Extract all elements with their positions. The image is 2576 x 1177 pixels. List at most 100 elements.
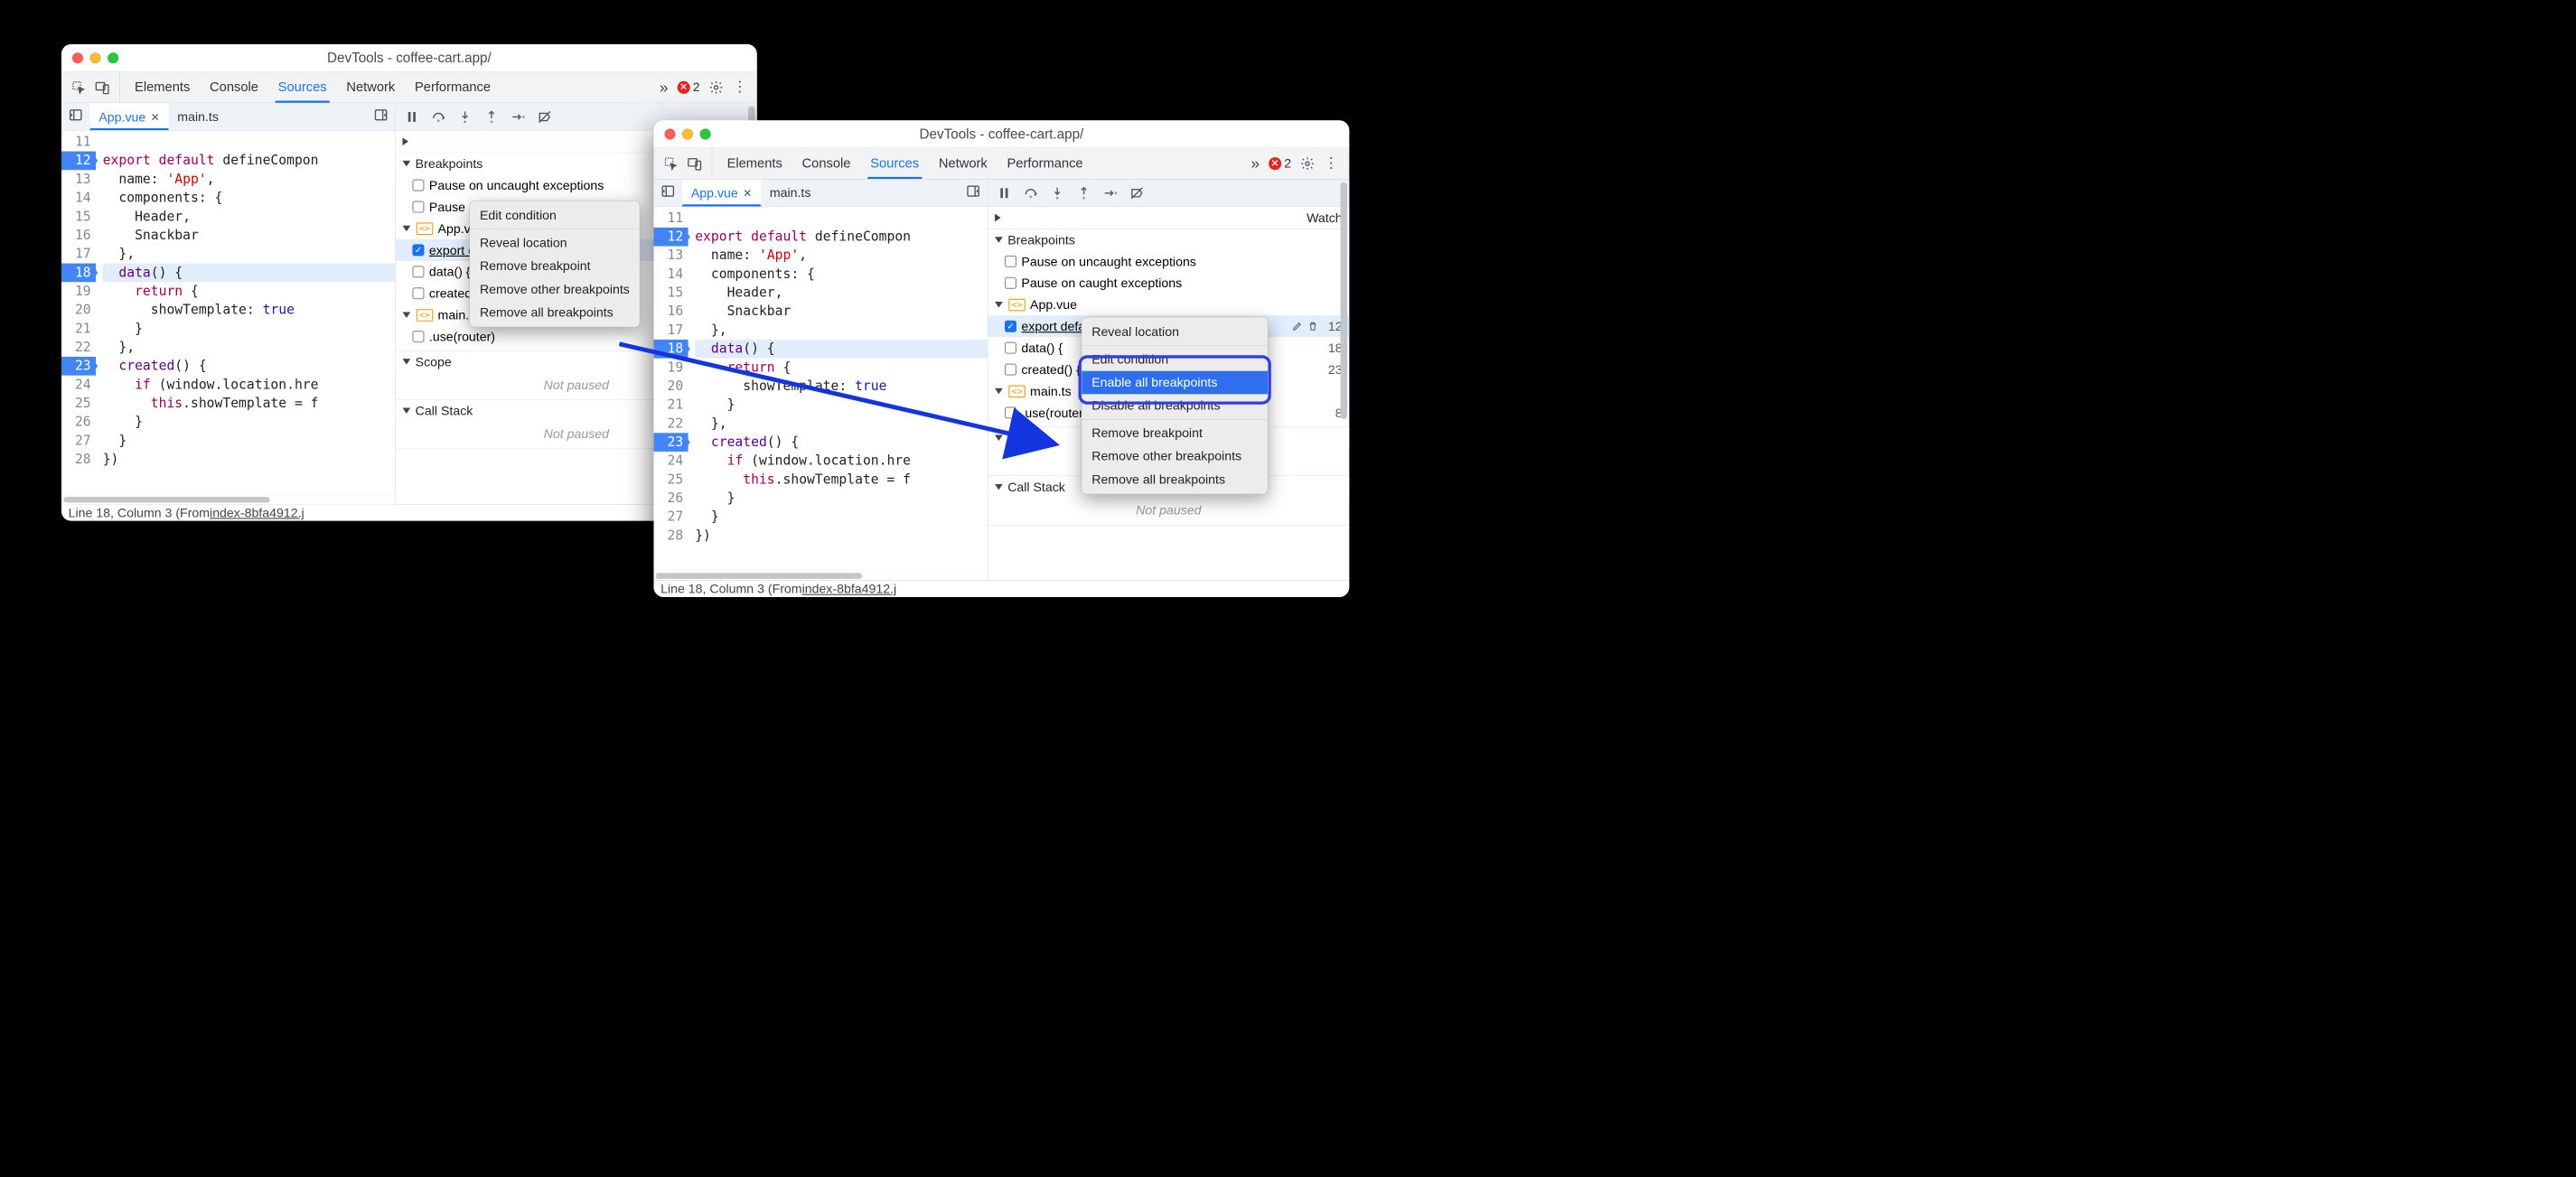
h-scrollbar[interactable] bbox=[654, 571, 988, 581]
checkbox-icon[interactable] bbox=[412, 180, 424, 191]
tab-network[interactable]: Network bbox=[346, 71, 395, 102]
window-title: DevTools - coffee-cart.app/ bbox=[327, 50, 492, 65]
pause-uncaught-row[interactable]: Pause on uncaught exceptions bbox=[988, 250, 1349, 272]
edit-icon[interactable] bbox=[1292, 321, 1303, 332]
checkbox-icon[interactable] bbox=[1005, 256, 1016, 267]
menu-item-reveal-location[interactable]: Reveal location bbox=[1082, 321, 1268, 344]
step-icon[interactable] bbox=[511, 109, 525, 124]
checkbox-icon[interactable]: ✓ bbox=[412, 244, 424, 256]
menu-item-remove-other-breakpoints[interactable]: Remove other breakpoints bbox=[470, 277, 640, 301]
debugger-toggle-icon[interactable] bbox=[367, 107, 396, 126]
error-count: 2 bbox=[1284, 155, 1291, 171]
titlebar: DevTools - coffee-cart.app/ bbox=[61, 44, 757, 71]
tab-sources[interactable]: Sources bbox=[278, 71, 327, 102]
inspect-icon[interactable] bbox=[71, 79, 86, 94]
menu-item-remove-other-breakpoints[interactable]: Remove other breakpoints bbox=[1082, 444, 1268, 468]
annotation-arrow bbox=[604, 334, 1066, 462]
step-into-icon[interactable] bbox=[1050, 185, 1064, 200]
file-tab-app-vue[interactable]: App.vue ✕ bbox=[90, 103, 169, 130]
gear-icon[interactable] bbox=[708, 79, 723, 94]
tab-performance[interactable]: Performance bbox=[415, 71, 491, 102]
error-count: 2 bbox=[693, 79, 700, 95]
file-tab-main-ts[interactable]: main.ts bbox=[761, 180, 820, 207]
panel-tabs: Elements Console Sources Network Perform… bbox=[712, 148, 1251, 179]
panel-tabs: Elements Console Sources Network Perform… bbox=[120, 71, 660, 102]
pause-icon[interactable] bbox=[405, 109, 419, 124]
error-icon: ✕ bbox=[1269, 157, 1281, 170]
pause-icon[interactable] bbox=[997, 185, 1011, 200]
source-link[interactable]: index-8bfa4912.j bbox=[210, 505, 304, 520]
checkbox-icon[interactable] bbox=[412, 201, 424, 212]
close-icon[interactable]: ✕ bbox=[151, 111, 160, 124]
checkbox-icon[interactable]: ✓ bbox=[1005, 321, 1016, 332]
step-into-icon[interactable] bbox=[457, 109, 472, 124]
breakpoints-header[interactable]: Breakpoints bbox=[988, 229, 1349, 251]
close-window-icon[interactable] bbox=[664, 128, 675, 139]
menu-item-reveal-location[interactable]: Reveal location bbox=[470, 231, 640, 255]
error-badge[interactable]: ✕ 2 bbox=[1269, 155, 1291, 171]
menu-item-enable-all-breakpoints[interactable]: Enable all breakpoints bbox=[1082, 371, 1268, 395]
device-toolbar-icon[interactable] bbox=[688, 156, 702, 171]
status-bar: Line 18, Column 3 (From index-8bfa4912.j bbox=[654, 580, 1350, 596]
checkbox-icon[interactable] bbox=[412, 331, 424, 342]
menu-item-remove-all-breakpoints[interactable]: Remove all breakpoints bbox=[1082, 468, 1268, 491]
kebab-icon[interactable]: ⋮ bbox=[733, 79, 746, 96]
checkbox-icon[interactable] bbox=[412, 266, 424, 277]
debugger-toggle-icon[interactable] bbox=[959, 183, 988, 201]
close-window-icon[interactable] bbox=[72, 52, 83, 63]
overflow-icon[interactable]: » bbox=[1251, 154, 1260, 173]
kebab-icon[interactable]: ⋮ bbox=[1324, 154, 1338, 172]
tab-console[interactable]: Console bbox=[210, 71, 258, 102]
step-over-icon[interactable] bbox=[1024, 185, 1038, 200]
tab-elements[interactable]: Elements bbox=[135, 71, 190, 102]
gear-icon[interactable] bbox=[1300, 156, 1315, 171]
close-icon[interactable]: ✕ bbox=[743, 187, 752, 200]
menu-item-edit-condition[interactable]: Edit condition bbox=[470, 204, 640, 228]
tab-elements[interactable]: Elements bbox=[727, 148, 782, 179]
overflow-icon[interactable]: » bbox=[660, 78, 669, 96]
context-menu: Reveal location Edit condition Enable al… bbox=[1082, 317, 1269, 494]
minimize-window-icon[interactable] bbox=[682, 128, 693, 139]
source-link[interactable]: index-8bfa4912.j bbox=[802, 582, 897, 597]
h-scrollbar[interactable] bbox=[61, 494, 395, 504]
deactivate-breakpoints-icon[interactable] bbox=[538, 109, 552, 124]
menu-item-edit-condition[interactable]: Edit condition bbox=[1082, 348, 1268, 371]
code-editor[interactable]: 111213141516171819202122232425262728 exp… bbox=[61, 131, 395, 495]
error-badge[interactable]: ✕ 2 bbox=[677, 79, 699, 95]
step-icon[interactable] bbox=[1103, 185, 1118, 200]
device-toolbar-icon[interactable] bbox=[95, 79, 109, 94]
file-tab-app-vue[interactable]: App.vue✕ bbox=[682, 180, 761, 207]
step-out-icon[interactable] bbox=[484, 109, 499, 124]
tab-console[interactable]: Console bbox=[802, 148, 851, 179]
checkbox-icon[interactable] bbox=[412, 287, 424, 299]
file-tabs-bar: App.vue ✕ main.ts bbox=[61, 103, 395, 130]
navigator-toggle-icon[interactable] bbox=[654, 183, 683, 201]
tab-network[interactable]: Network bbox=[939, 148, 988, 179]
minimize-window-icon[interactable] bbox=[90, 52, 101, 63]
file-badge-icon: <> bbox=[417, 309, 433, 322]
zoom-window-icon[interactable] bbox=[700, 128, 711, 139]
step-out-icon[interactable] bbox=[1076, 185, 1091, 200]
bp-file-app-vue[interactable]: <>App.vue bbox=[988, 294, 1349, 315]
bp-line-number: 12 bbox=[1323, 319, 1342, 334]
v-scrollbar[interactable] bbox=[1340, 182, 1347, 577]
menu-item-disable-all-breakpoints[interactable]: Disable all breakpoints bbox=[1082, 394, 1268, 417]
trash-icon[interactable] bbox=[1307, 321, 1318, 332]
file-tabs-bar: App.vue✕ main.ts bbox=[654, 180, 988, 207]
navigator-toggle-icon[interactable] bbox=[61, 107, 90, 126]
menu-item-remove-all-breakpoints[interactable]: Remove all breakpoints bbox=[470, 301, 640, 324]
deactivate-breakpoints-icon[interactable] bbox=[1129, 185, 1144, 200]
menu-item-remove-breakpoint[interactable]: Remove breakpoint bbox=[470, 255, 640, 278]
tab-sources[interactable]: Sources bbox=[870, 148, 919, 179]
debugger-toolbar bbox=[988, 180, 1349, 207]
zoom-window-icon[interactable] bbox=[108, 52, 118, 63]
watch-header[interactable]: Watch bbox=[988, 207, 1349, 229]
menu-item-remove-breakpoint[interactable]: Remove breakpoint bbox=[1082, 422, 1268, 445]
pause-caught-row[interactable]: Pause on caught exceptions bbox=[988, 272, 1349, 294]
step-over-icon[interactable] bbox=[431, 109, 445, 124]
file-tab-main-ts[interactable]: main.ts bbox=[169, 103, 228, 130]
checkbox-icon[interactable] bbox=[1005, 277, 1016, 289]
status-bar: Line 18, Column 3 (From index-8bfa4912.j bbox=[61, 504, 757, 520]
tab-performance[interactable]: Performance bbox=[1007, 148, 1083, 179]
inspect-icon[interactable] bbox=[663, 156, 678, 171]
